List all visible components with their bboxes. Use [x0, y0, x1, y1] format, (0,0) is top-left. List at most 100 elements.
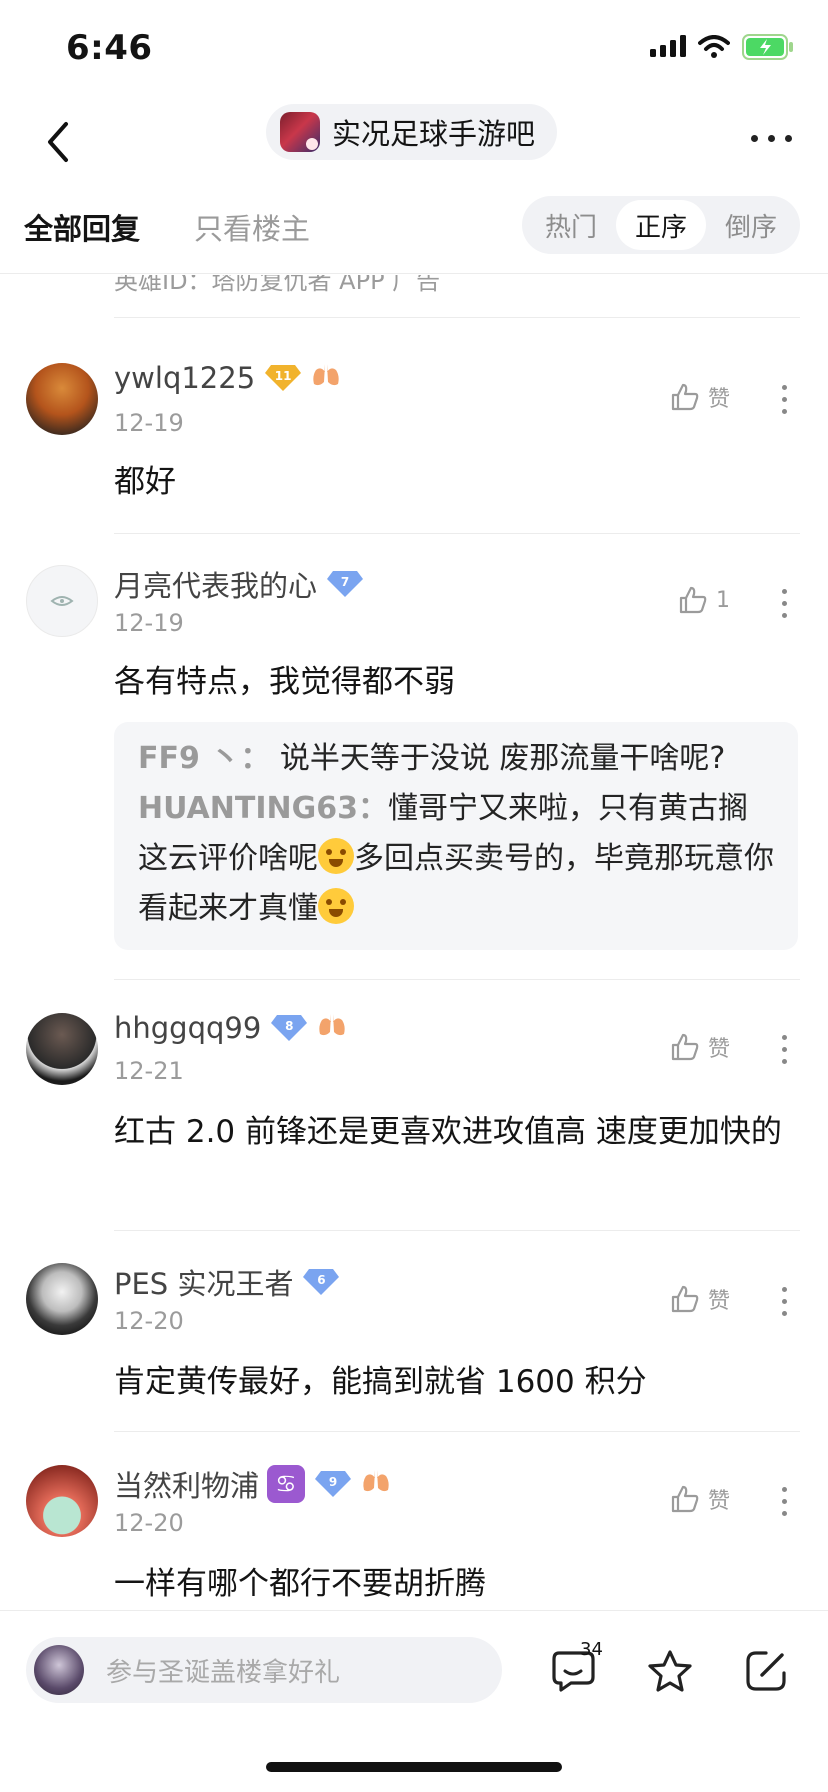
post-more-button[interactable] [780, 589, 788, 618]
previous-post-tail: 英雄ID：塔防复仇者 APP 广告 [114, 275, 441, 295]
username[interactable]: 月亮代表我的心 [114, 563, 317, 605]
divider [114, 1431, 800, 1432]
sub-reply: FF9 丶： 说半天等于没说 废那流量干啥呢? [138, 741, 726, 776]
sub-reply: HUANTING63：懂哥宁又来啦，只有黄古搁这云评价啥呢 多回点买卖号的，毕竟那… [138, 791, 774, 926]
status-icons [650, 34, 794, 60]
top-nav: 实况足球手游吧 [0, 96, 828, 196]
chevron-left-icon [48, 122, 68, 162]
username[interactable]: PES 实况王者 [114, 1261, 293, 1303]
level-badge: 7 [325, 569, 365, 599]
back-button[interactable] [36, 112, 80, 172]
like-count: 1 [716, 587, 730, 613]
like-button[interactable]: 赞 [670, 1483, 730, 1515]
thumbs-up-icon [671, 1485, 699, 1513]
username-row: PES 实况王者 6 [114, 1261, 341, 1303]
level-badge: 6 [301, 1267, 341, 1297]
comment-count: 34 [580, 1639, 603, 1660]
avatar[interactable] [26, 363, 98, 435]
reply-input[interactable]: 参与圣诞盖楼拿好礼 [26, 1637, 502, 1703]
post-content: 一样有哪个都行不要胡折腾 [114, 1566, 486, 1602]
sub-reply-author[interactable]: FF9 丶 [138, 741, 240, 776]
thumbs-up-icon [671, 1033, 699, 1061]
level-badge: 9 [313, 1469, 353, 1499]
avatar[interactable] [26, 565, 98, 637]
lungs-icon [311, 362, 341, 394]
like-button[interactable]: 1 [678, 585, 730, 615]
sub-reply-author[interactable]: HUANTING63 [138, 791, 358, 826]
username-row: ywlq1225 11 [114, 361, 341, 395]
post-date: 12-19 [114, 609, 184, 637]
forum-avatar [280, 112, 320, 152]
sort-desc[interactable]: 倒序 [706, 200, 796, 250]
level-badge: 11 [263, 363, 303, 393]
avatar[interactable] [26, 1263, 98, 1335]
avatar[interactable] [26, 1013, 98, 1085]
grin-emoji-icon [318, 838, 354, 874]
tab-all-replies[interactable]: 全部回复 [24, 206, 140, 248]
post-more-button[interactable] [780, 1287, 788, 1316]
sort-segmented-control: 热门 正序 倒序 [522, 196, 800, 254]
post-date: 12-19 [114, 409, 184, 437]
post-content: 都好 [114, 464, 176, 500]
forum-pill[interactable]: 实况足球手游吧 [266, 104, 558, 160]
write-reply-button[interactable] [740, 1645, 792, 1697]
dot-icon [751, 134, 758, 142]
battery-icon [742, 34, 793, 60]
reply-filter-bar: 全部回复 只看楼主 热门 正序 倒序 [0, 196, 828, 274]
like-label: 赞 [707, 1489, 730, 1514]
wifi-icon [698, 35, 730, 58]
reply-list: 英雄ID：塔防复仇者 APP 广告 ywlq1225 11 12-19 赞 都好 [0, 275, 828, 1610]
sort-asc[interactable]: 正序 [616, 200, 706, 250]
thumbs-up-icon [671, 1285, 699, 1313]
blush-emoji-icon [318, 888, 354, 924]
divider [114, 1230, 800, 1231]
signal-icon [650, 35, 686, 57]
post-date: 12-20 [114, 1307, 184, 1335]
post-more-button[interactable] [780, 1487, 788, 1516]
like-label: 赞 [707, 1289, 730, 1314]
tab-owner-only[interactable]: 只看楼主 [194, 206, 310, 248]
sub-replies-box[interactable]: FF9 丶： 说半天等于没说 废那流量干啥呢? HUANTING63：懂哥宁又来… [114, 722, 798, 950]
username[interactable]: ywlq1225 [114, 361, 255, 395]
username[interactable]: hhggqq99 [114, 1011, 261, 1045]
default-avatar-icon [50, 596, 74, 606]
post-date: 12-20 [114, 1509, 184, 1537]
thumbs-up-icon [679, 586, 707, 614]
divider [114, 317, 800, 318]
like-button[interactable]: 赞 [670, 1283, 730, 1315]
favorite-button[interactable] [644, 1645, 696, 1697]
like-label: 赞 [707, 1037, 730, 1062]
post-more-button[interactable] [780, 385, 788, 414]
username-row: 月亮代表我的心 7 [114, 563, 365, 605]
post-date: 12-21 [114, 1057, 184, 1085]
thumbs-up-icon [671, 383, 699, 411]
status-time: 6:46 [66, 28, 153, 68]
home-indicator [266, 1762, 562, 1772]
username-row: 当然利物浦 ♋ 9 [114, 1463, 391, 1505]
post-content: 红古 2.0 前锋还是更喜欢进攻值高 速度更加快的 [114, 1114, 782, 1150]
level-badge: 8 [269, 1013, 309, 1043]
more-options-button[interactable] [751, 118, 792, 158]
avatar[interactable] [26, 1465, 98, 1537]
dot-icon [768, 134, 775, 142]
like-button[interactable]: 赞 [670, 381, 730, 413]
forum-name: 实况足球手游吧 [332, 117, 536, 151]
like-button[interactable]: 赞 [670, 1031, 730, 1063]
divider [114, 979, 800, 980]
like-label: 赞 [707, 387, 730, 412]
post-content: 各有特点，我觉得都不弱 [114, 664, 455, 700]
sort-hot[interactable]: 热门 [526, 200, 616, 250]
lungs-icon [317, 1012, 347, 1044]
edit-icon [746, 1651, 786, 1691]
post-more-button[interactable] [780, 1035, 788, 1064]
username-row: hhggqq99 8 [114, 1011, 347, 1045]
star-icon [648, 1650, 692, 1692]
zodiac-cancer-icon: ♋ [267, 1465, 306, 1503]
lungs-icon [361, 1468, 391, 1500]
divider [114, 533, 800, 534]
reply-input-placeholder: 参与圣诞盖楼拿好礼 [106, 1657, 341, 1688]
dot-icon [785, 134, 792, 142]
my-avatar [34, 1645, 84, 1695]
username[interactable]: 当然利物浦 [114, 1463, 259, 1505]
post-content: 肯定黄传最好，能搞到就省 1600 积分 [114, 1364, 647, 1400]
